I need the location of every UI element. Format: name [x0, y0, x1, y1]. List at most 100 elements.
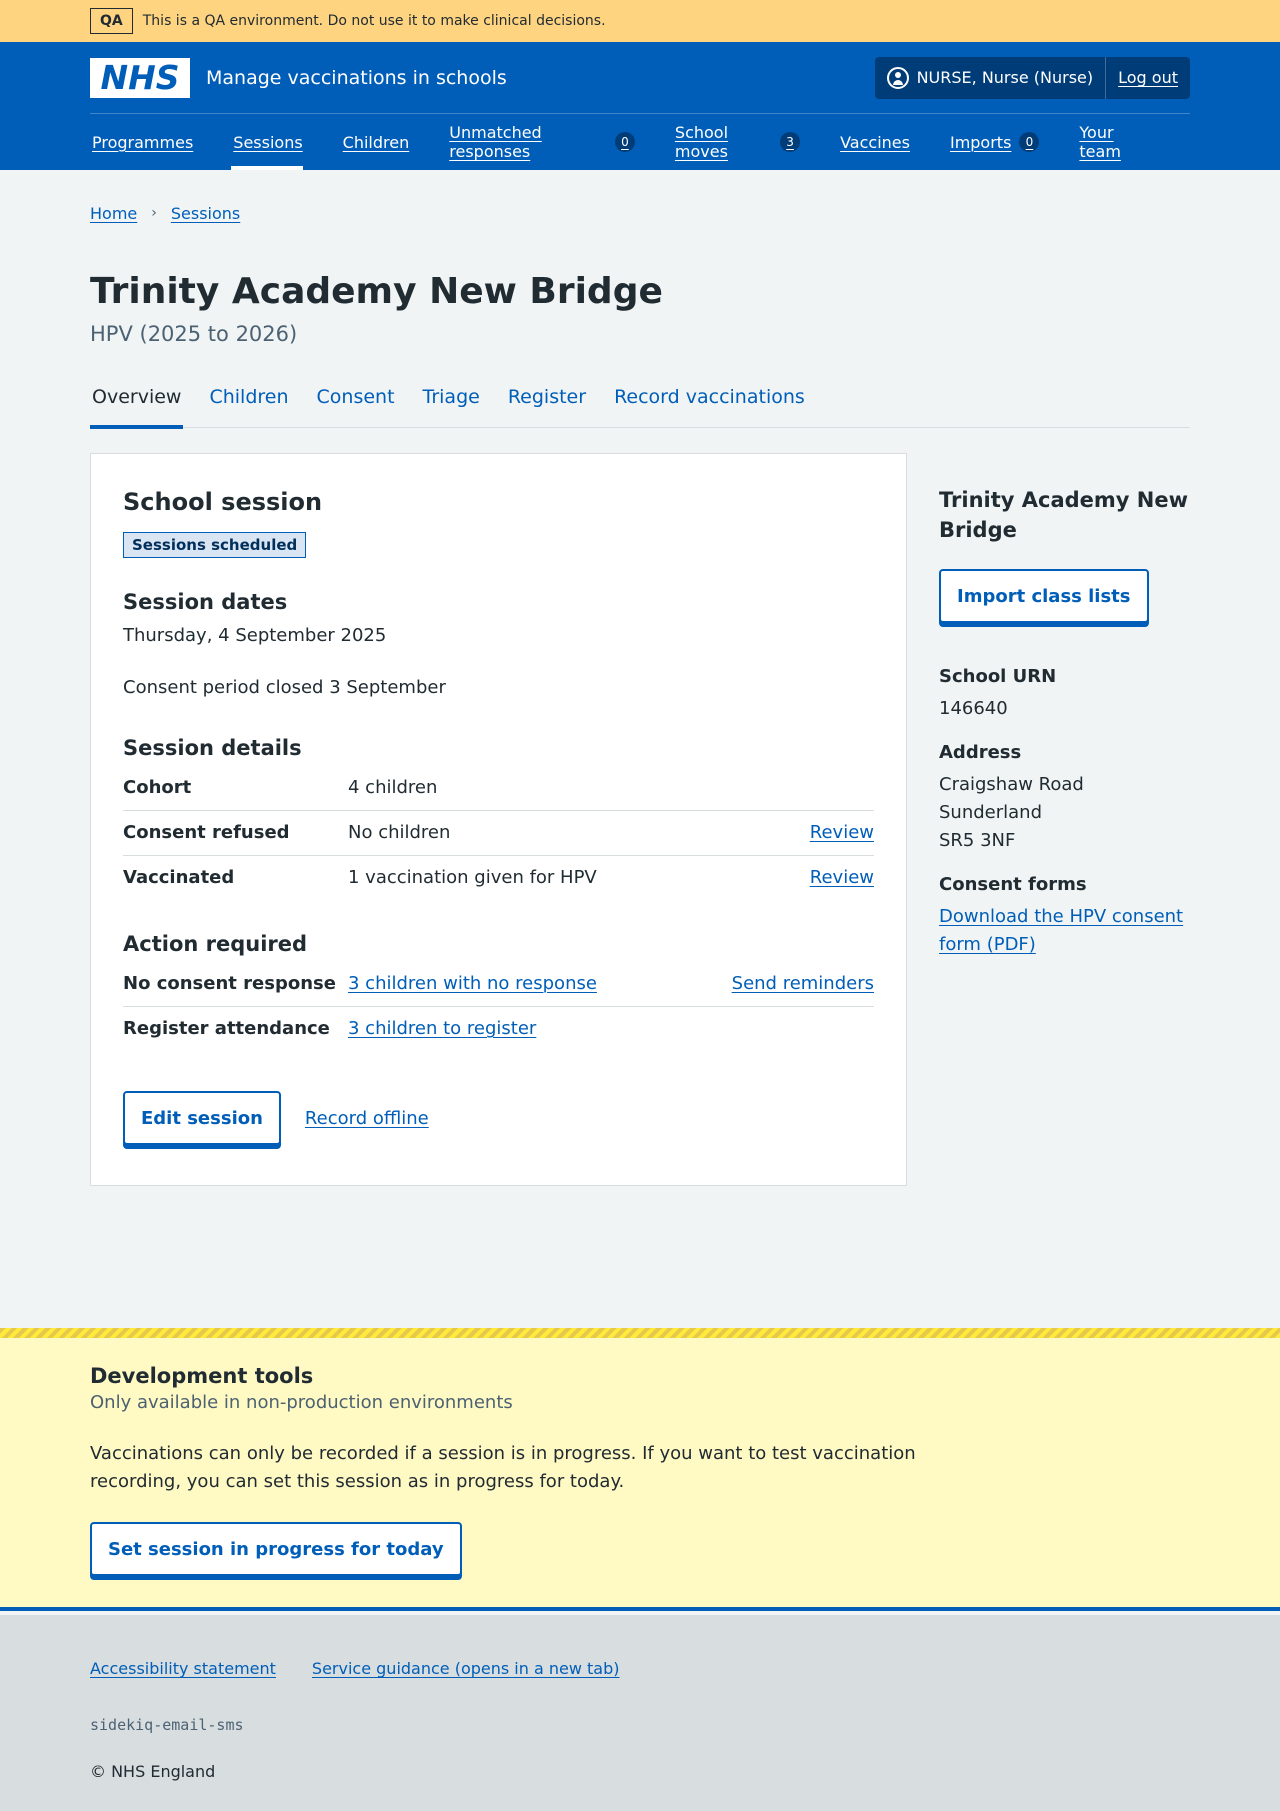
nhs-logo[interactable]: NHS: [90, 57, 190, 98]
nav-your-team[interactable]: Your team: [1077, 114, 1152, 170]
accessibility-statement-link[interactable]: Accessibility statement: [90, 1659, 276, 1678]
school-sidebar: Trinity Academy New Bridge Import class …: [939, 453, 1189, 1186]
status-badge: Sessions scheduled: [123, 532, 307, 558]
summary-row-vaccinated: Vaccinated 1 vaccination given for HPV R…: [123, 855, 874, 900]
session-date: Thursday, 4 September 2025: [123, 625, 387, 646]
import-class-lists-button[interactable]: Import class lists: [939, 569, 1149, 623]
session-details-list: Cohort 4 children Consent refused No chi…: [123, 766, 874, 900]
qa-warning-text: This is a QA environment. Do not use it …: [142, 13, 606, 29]
site-header: NHS Manage vaccinations in schools NURSE…: [0, 42, 1280, 170]
nav-vaccines[interactable]: Vaccines: [838, 114, 910, 170]
account-user: NURSE, Nurse (Nurse): [875, 56, 1107, 99]
address-line-1: Craigshaw Road: [939, 774, 1084, 795]
summary-action: Send reminders: [683, 962, 874, 1007]
copyright: © NHS England: [90, 1762, 216, 1781]
nav-label: Sessions: [233, 132, 303, 152]
urn-label: School URN: [939, 666, 1057, 687]
service-guidance-link[interactable]: Service guidance (opens in a new tab): [312, 1659, 620, 1678]
breadcrumb-home[interactable]: Home: [90, 204, 137, 223]
nav-label: Children: [342, 132, 410, 152]
session-details-heading: Session details: [123, 736, 302, 760]
urn-value: 146640: [939, 698, 1008, 719]
summary-action: Review: [766, 810, 874, 856]
children-to-register-link[interactable]: 3 children to register: [348, 1018, 536, 1039]
summary-value: 4 children: [348, 777, 438, 798]
action-required-heading: Action required: [123, 932, 308, 956]
nav-unmatched-responses[interactable]: Unmatched responses 0: [447, 114, 635, 170]
main-content: Home › Sessions Trinity Academy New Brid…: [90, 170, 1190, 1186]
breadcrumb-sessions[interactable]: Sessions: [171, 204, 240, 223]
tab-children[interactable]: Children: [207, 380, 290, 428]
nav-label: Vaccines: [840, 132, 910, 152]
qa-banner: QA This is a QA environment. Do not use …: [0, 0, 1280, 42]
count-badge: 0: [614, 132, 635, 152]
nav-label: Programmes: [92, 132, 194, 152]
sidebar-title: Trinity Academy New Bridge: [939, 488, 1189, 542]
environment-tag: sidekiq-email-sms: [90, 1716, 244, 1734]
action-required-list: No consent response 3 children with no r…: [123, 962, 874, 1051]
summary-action: [766, 766, 874, 811]
tab-consent[interactable]: Consent: [315, 380, 397, 428]
card-heading: School session: [123, 488, 323, 516]
summary-row-no-consent: No consent response 3 children with no r…: [123, 962, 874, 1007]
review-vaccinated-link[interactable]: Review: [810, 867, 874, 888]
summary-value: 3 children to register: [348, 1006, 683, 1051]
consent-forms-label: Consent forms: [939, 874, 1087, 895]
site-footer: Accessibility statement Service guidance…: [0, 1615, 1280, 1811]
summary-key: Consent refused: [123, 810, 348, 856]
account-menu: NURSE, Nurse (Nurse) Log out: [874, 56, 1190, 99]
breadcrumb: Home › Sessions: [90, 170, 1190, 230]
download-consent-form-link[interactable]: Download the HPV consent form (PDF): [939, 903, 1189, 959]
summary-row-register: Register attendance 3 children to regist…: [123, 1006, 874, 1051]
devtools-title: Development tools: [90, 1364, 314, 1388]
summary-action: [682, 1006, 874, 1051]
tab-overview[interactable]: Overview: [90, 380, 184, 429]
card-actions: Edit session Record offline: [123, 1091, 874, 1145]
chevron-right-icon: ›: [151, 205, 157, 221]
count-badge: 3: [780, 132, 801, 152]
devtools-caption: Only available in non-production environ…: [90, 1392, 513, 1413]
nav-imports[interactable]: Imports 0: [948, 114, 1040, 170]
nav-sessions[interactable]: Sessions: [231, 114, 304, 170]
summary-value: No children: [348, 810, 767, 856]
user-icon: [886, 66, 909, 89]
summary-value: 1 vaccination given for HPV: [348, 855, 767, 900]
development-tools: Development tools Only available in non-…: [0, 1328, 1280, 1611]
count-badge: 0: [1019, 132, 1040, 152]
service-name[interactable]: Manage vaccinations in schools: [206, 67, 507, 89]
nav-children[interactable]: Children: [341, 114, 410, 170]
tab-triage[interactable]: Triage: [421, 380, 482, 428]
no-response-children-link[interactable]: 3 children with no response: [348, 973, 597, 994]
school-session-card: School session Sessions scheduled Sessio…: [90, 453, 907, 1186]
nav-label: Your team: [1079, 123, 1121, 161]
address-line-3: SR5 3NF: [939, 830, 1016, 851]
tab-register[interactable]: Register: [506, 380, 588, 428]
nav-school-moves[interactable]: School moves 3: [673, 114, 801, 170]
nav-programmes[interactable]: Programmes: [90, 114, 193, 170]
logout-link[interactable]: Log out: [1106, 68, 1190, 87]
nhs-logo-text: NHS: [100, 57, 180, 97]
summary-key: Cohort: [123, 777, 192, 798]
nav-label: Unmatched responses: [449, 123, 542, 161]
primary-nav: Programmes Sessions Children Unmatched r…: [90, 114, 1190, 170]
page-title: Trinity Academy New Bridge: [90, 271, 663, 312]
edit-session-button[interactable]: Edit session: [123, 1091, 281, 1145]
summary-row-consent-refused: Consent refused No children Review: [123, 810, 874, 856]
summary-key: No consent response: [123, 973, 336, 994]
summary-action: Review: [766, 855, 874, 900]
nav-label: School moves: [674, 123, 729, 161]
set-session-in-progress-button[interactable]: Set session in progress for today: [90, 1522, 462, 1576]
summary-value: 3 children with no response: [348, 962, 683, 1007]
page-caption: HPV (2025 to 2026): [90, 322, 298, 346]
address-line-2: Sunderland: [939, 802, 1043, 823]
review-consent-refused-link[interactable]: Review: [810, 822, 874, 843]
summary-row-cohort: Cohort 4 children: [123, 766, 874, 811]
address-label: Address: [939, 742, 1022, 763]
tab-record-vaccinations[interactable]: Record vaccinations: [612, 380, 807, 428]
consent-period: Consent period closed 3 September: [123, 677, 446, 698]
hazard-stripe: [0, 1328, 1280, 1338]
qa-tag: QA: [90, 8, 133, 34]
record-offline-link[interactable]: Record offline: [305, 1108, 429, 1129]
send-reminders-link[interactable]: Send reminders: [732, 973, 874, 994]
footer-links: Accessibility statement Service guidance…: [90, 1659, 1190, 1678]
